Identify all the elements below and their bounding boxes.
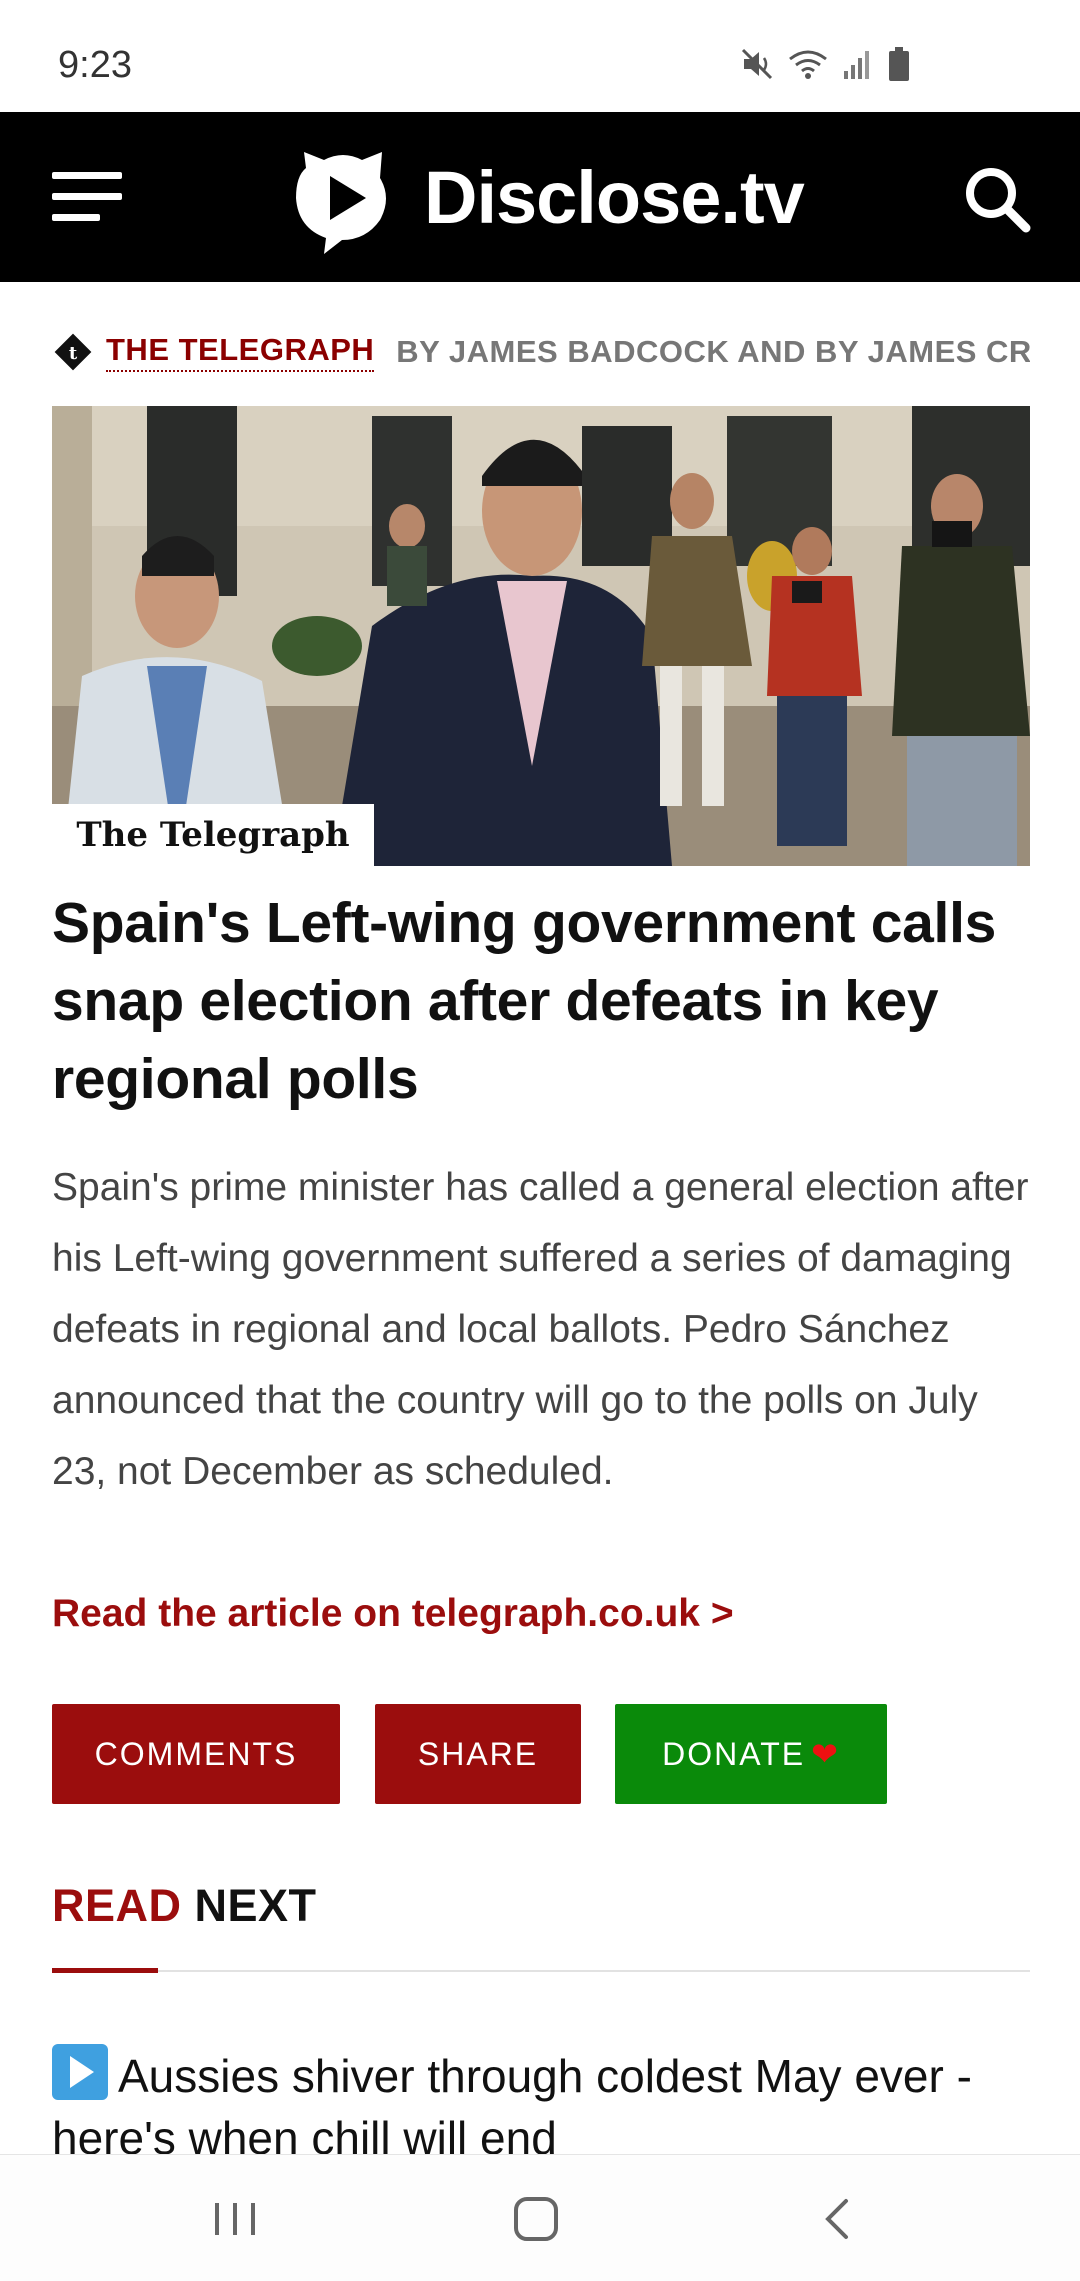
status-icons [740,44,910,84]
play-button-icon [52,2044,108,2100]
section-divider-accent [52,1968,158,1973]
donate-label: DONATE [662,1735,806,1772]
image-badge: The Telegraph [52,804,374,866]
back-icon[interactable] [808,2191,868,2247]
mute-icon [741,48,773,80]
home-icon[interactable] [506,2191,566,2247]
share-label: SHARE [417,1735,539,1772]
read-next-label-black: NEXT [194,1880,317,1931]
share-button[interactable]: SHARE [375,1704,581,1804]
source-line: t THE TELEGRAPH BY JAMES BADCOCK AND BY … [52,328,1030,376]
section-divider [52,1970,1030,1972]
read-next-item[interactable]: Aussies shiver through coldest May ever … [52,2044,1042,2154]
signal-icon [844,51,869,79]
recent-apps-icon[interactable] [205,2191,265,2247]
status-bar: 9:23 [0,0,1080,112]
byline: BY JAMES BADCOCK AND BY JAMES CRISP [396,334,1030,369]
read-next-label-red: READ [52,1880,182,1931]
telegraph-logo-icon: t [54,333,92,371]
site-logo[interactable]: Disclose.tv [284,138,805,256]
wifi-icon [789,50,827,79]
comments-label: COMMENTS [94,1735,298,1772]
read-next-heading: READ NEXT [52,1880,317,1932]
article-headline: Spain's Left-wing government calls snap … [52,891,997,1111]
article-image[interactable]: The Telegraph [52,406,1030,866]
donate-button[interactable]: DONATE ❤ [615,1704,887,1804]
menu-icon[interactable] [52,172,122,222]
logo-text: Disclose.tv [424,155,805,239]
heart-icon: ❤ [811,1736,840,1772]
read-next-item-title: Aussies shiver through coldest May ever … [52,2050,972,2154]
status-time: 9:23 [58,44,132,86]
comments-button[interactable]: COMMENTS [52,1704,340,1804]
site-header: Disclose.tv [0,112,1080,282]
article-photo [52,406,1030,866]
battery-icon [889,47,909,81]
read-article-link[interactable]: Read the article on telegraph.co.uk > [52,1592,734,1636]
logo-play-icon [296,152,386,254]
svg-text:t: t [69,343,78,364]
search-icon[interactable] [962,164,1032,234]
source-link[interactable]: THE TELEGRAPH [106,332,375,372]
system-nav-bar [0,2154,1080,2281]
article-summary: Spain's prime minister has called a gene… [52,1166,1029,1493]
